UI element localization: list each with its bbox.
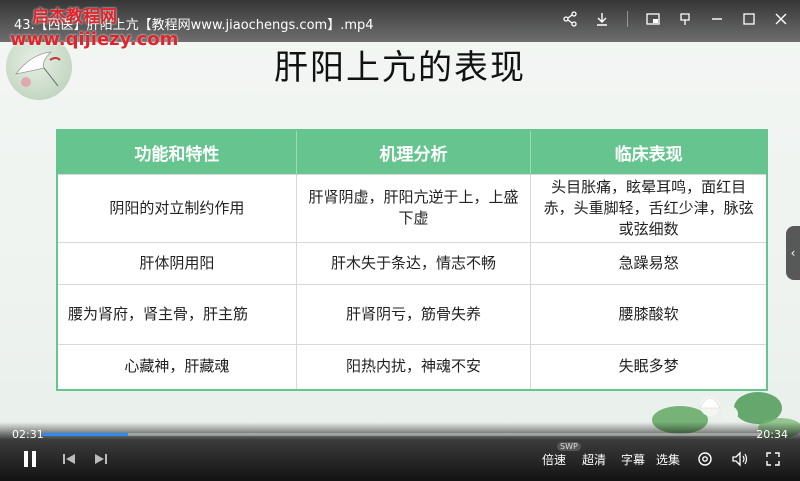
progress-bar[interactable] [42, 433, 760, 436]
volume-button[interactable] [731, 448, 749, 470]
table-row: 肝体阴用阳 肝木失于条达，情志不畅 急躁易怒 [56, 241, 768, 285]
maximize-icon[interactable] [740, 10, 758, 28]
pause-button[interactable] [22, 448, 38, 470]
chevron-left-icon: ‹ [790, 246, 796, 260]
symptom-table: 功能和特性 机理分析 临床表现 阴阳的对立制约作用 肝肾阴虚，肝阳亢逆于上，上盛… [56, 129, 768, 391]
fullscreen-icon [766, 452, 780, 466]
picture-in-picture-icon[interactable] [644, 10, 662, 28]
table-cell: 肝肾阴虚，肝阳亢逆于上，上盛下虚 [295, 173, 532, 243]
side-panel-toggle[interactable]: ‹ [786, 226, 800, 280]
speed-badge: SWP [557, 442, 581, 451]
settings-icon [698, 452, 712, 466]
settings-button[interactable] [697, 448, 713, 470]
divider [627, 11, 628, 27]
previous-button[interactable] [62, 448, 76, 470]
pause-icon [24, 451, 36, 467]
table-row: 腰为肾府，肾主骨，肝主筋 肝肾阴亏，筋骨失养 腰膝酸软 [56, 283, 768, 345]
table-cell: 头目胀痛，眩晕耳鸣，面红目赤，头重脚轻，舌红少津，脉弦或弦细数 [530, 173, 768, 243]
progress-fill [42, 433, 129, 436]
table-header-cell: 临床表现 [530, 130, 768, 174]
episodes-button[interactable]: 选集 [656, 448, 680, 470]
speed-button[interactable]: 倍速 [542, 448, 566, 470]
watermark-line-1: 启杰教程网 [32, 7, 117, 27]
table-cell: 急躁易怒 [530, 241, 768, 285]
table-cell: 肝木失于条达，情志不畅 [295, 241, 532, 285]
table-cell: 阳热内扰，神魂不安 [295, 343, 532, 391]
quality-button[interactable]: 超清 [582, 448, 606, 470]
share-icon[interactable] [561, 10, 579, 28]
skip-back-icon [63, 454, 75, 464]
next-button[interactable] [94, 448, 108, 470]
table-cell: 阴阳的对立制约作用 [56, 173, 297, 243]
subtitle-button[interactable]: 字幕 [621, 448, 645, 470]
minimize-icon[interactable] [708, 10, 726, 28]
current-time: 02:31 [12, 428, 44, 441]
skip-forward-icon [95, 454, 107, 464]
table-cell: 心藏神，肝藏魂 [56, 343, 297, 391]
table-header-cell: 功能和特性 [57, 130, 297, 174]
pin-icon[interactable] [676, 10, 694, 28]
download-icon[interactable] [593, 10, 611, 28]
table-cell: 腰为肾府，肾主骨，肝主筋 [56, 283, 297, 345]
close-icon[interactable] [772, 10, 790, 28]
table-row: 阴阳的对立制约作用 肝肾阴虚，肝阳亢逆于上，上盛下虚 头目胀痛，眩晕耳鸣，面红目… [56, 173, 768, 243]
window-controls [561, 10, 790, 28]
video-frame[interactable]: 肝阳上亢的表现 功能和特性 机理分析 临床表现 阴阳的对立制约作用 肝肾阴虚，肝… [0, 0, 800, 481]
fullscreen-button[interactable] [765, 448, 781, 470]
volume-icon [732, 451, 748, 467]
table-header-cell: 机理分析 [296, 130, 532, 174]
total-time: 20:34 [756, 428, 788, 441]
watermark-line-2: www.qijiezy.com [10, 29, 179, 50]
table-cell: 肝肾阴亏，筋骨失养 [295, 283, 532, 345]
table-cell: 肝体阴用阳 [56, 241, 297, 285]
table-cell: 腰膝酸软 [530, 283, 768, 345]
